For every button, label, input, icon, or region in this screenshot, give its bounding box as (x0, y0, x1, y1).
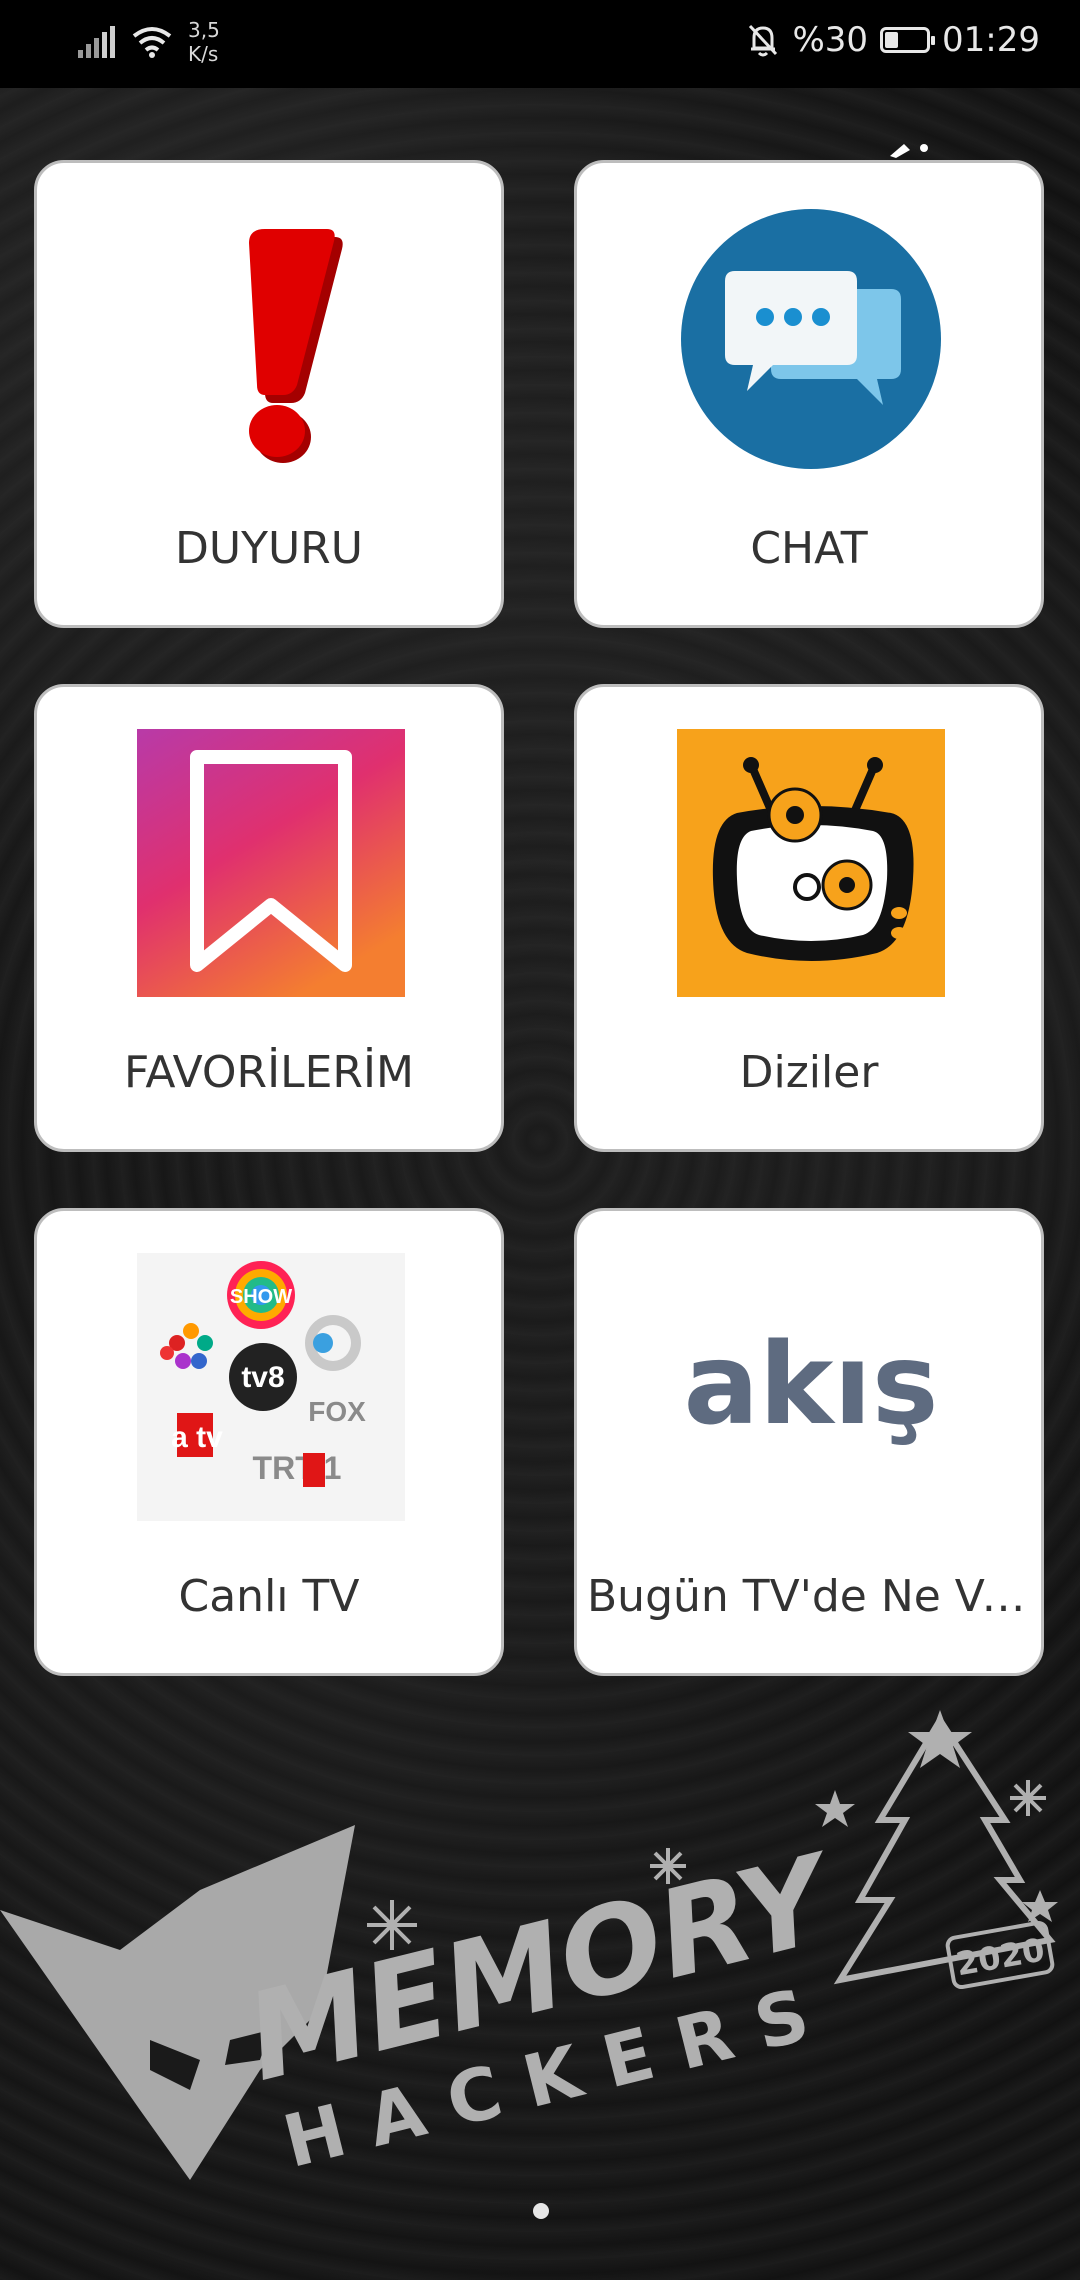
network-speed-unit: K/s (188, 42, 219, 66)
star-icon (815, 1710, 1058, 1922)
network-speed: 3,5 K/s (188, 18, 220, 66)
tile-label: DUYURU (175, 523, 363, 574)
app-screen: 3,5 K/s %30 01:29 DUYURU CHAT FAVORİLERİ… (0, 0, 1080, 2280)
trt1-logo-text: TRT 1 (253, 1450, 342, 1486)
battery-percent: %30 (792, 20, 869, 60)
tile-duyuru[interactable]: DUYURU (34, 160, 504, 628)
tv-gears-icon (677, 729, 945, 997)
akis-logo-text: akış (683, 1320, 938, 1450)
status-left: 3,5 K/s (76, 18, 220, 66)
atv-logo-text: a tv (171, 1421, 223, 1454)
signal-icon (78, 26, 115, 58)
network-speed-value: 3,5 (188, 18, 220, 42)
tile-chat[interactable]: CHAT (574, 160, 1044, 628)
memory-hackers-logo: MEMORY HACKERS 2020 (0, 1710, 1058, 2184)
tv-channel-logos-icon: SHOW tv8 FOX a tv TRT 1 (137, 1253, 405, 1521)
tile-label: Diziler (739, 1047, 879, 1098)
chat-bubbles-icon (681, 209, 941, 469)
tile-diziler[interactable]: Diziler (574, 684, 1044, 1152)
exclamation-icon (249, 229, 343, 463)
page-indicator-dot (533, 2203, 549, 2219)
battery-level-fill (885, 32, 899, 48)
clock: 01:29 (942, 20, 1040, 60)
bell-muted-icon (749, 24, 778, 57)
show-logo-text: SHOW (230, 1286, 292, 1308)
tile-label: FAVORİLERİM (124, 1047, 414, 1098)
wifi-icon (132, 27, 172, 58)
bookmark-icon (137, 729, 405, 997)
fox-logo-text: FOX (308, 1396, 366, 1427)
tile-bugun-tvde-ne-var[interactable]: akış Bugün TV'de Ne Va... (574, 1208, 1044, 1676)
tile-label: CHAT (750, 523, 868, 574)
status-bar: 3,5 K/s %30 01:29 (0, 0, 1080, 88)
status-right: %30 01:29 (746, 20, 1040, 60)
tile-label: Canlı TV (178, 1571, 360, 1622)
tv8-logo-text: tv8 (241, 1361, 284, 1394)
akis-logo-icon: akış (677, 1253, 945, 1521)
tile-canli-tv[interactable]: SHOW tv8 FOX a tv TRT 1 Canlı TV (34, 1208, 504, 1676)
tile-label: Bugün TV'de Ne Va... (587, 1571, 1031, 1622)
pencil-icon (890, 144, 928, 158)
tile-favorilerim[interactable]: FAVORİLERİM (34, 684, 504, 1152)
battery-icon (880, 27, 936, 53)
